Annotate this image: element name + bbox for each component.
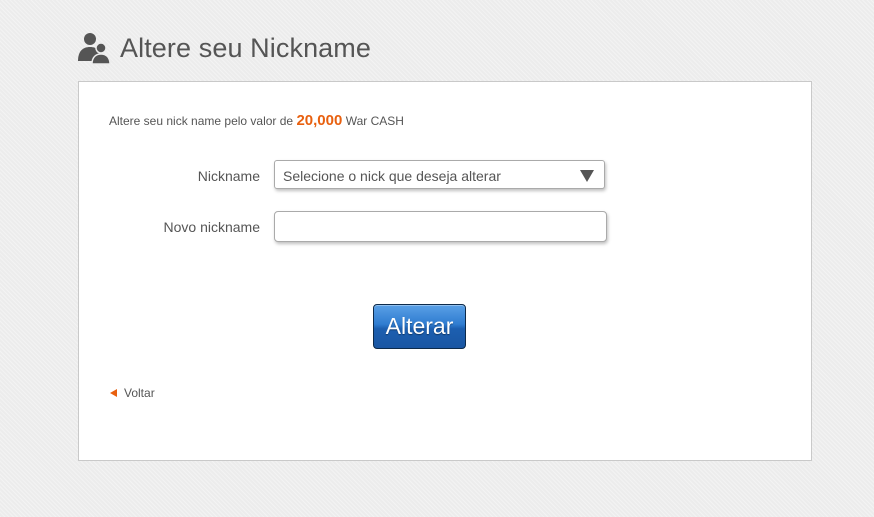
caret-down-icon bbox=[580, 170, 594, 182]
new-nickname-label: Novo nickname bbox=[163, 219, 261, 235]
new-nickname-input[interactable] bbox=[274, 211, 607, 242]
users-icon bbox=[78, 33, 111, 65]
triangle-left-icon bbox=[110, 389, 117, 397]
price-prefix: Altere seu nick name pelo valor de bbox=[109, 114, 294, 128]
form-panel: Altere seu nick name pelo valor de 20,00… bbox=[78, 81, 812, 461]
price-suffix: War CASH bbox=[345, 114, 404, 128]
nickname-label: Nickname bbox=[197, 168, 260, 184]
alterar-button[interactable]: Alterar bbox=[373, 304, 466, 349]
price-info: Altere seu nick name pelo valor de 20,00… bbox=[109, 112, 404, 129]
page-header: Altere seu Nickname bbox=[77, 30, 371, 66]
nickname-select-value: Selecione o nick que deseja alterar bbox=[283, 168, 501, 184]
page-title: Altere seu Nickname bbox=[120, 32, 372, 63]
back-label: Voltar bbox=[124, 386, 155, 400]
nickname-select[interactable]: Selecione o nick que deseja alterar bbox=[274, 160, 605, 189]
price-amount: 20,000 bbox=[296, 112, 343, 129]
back-link[interactable]: Voltar bbox=[110, 386, 155, 400]
